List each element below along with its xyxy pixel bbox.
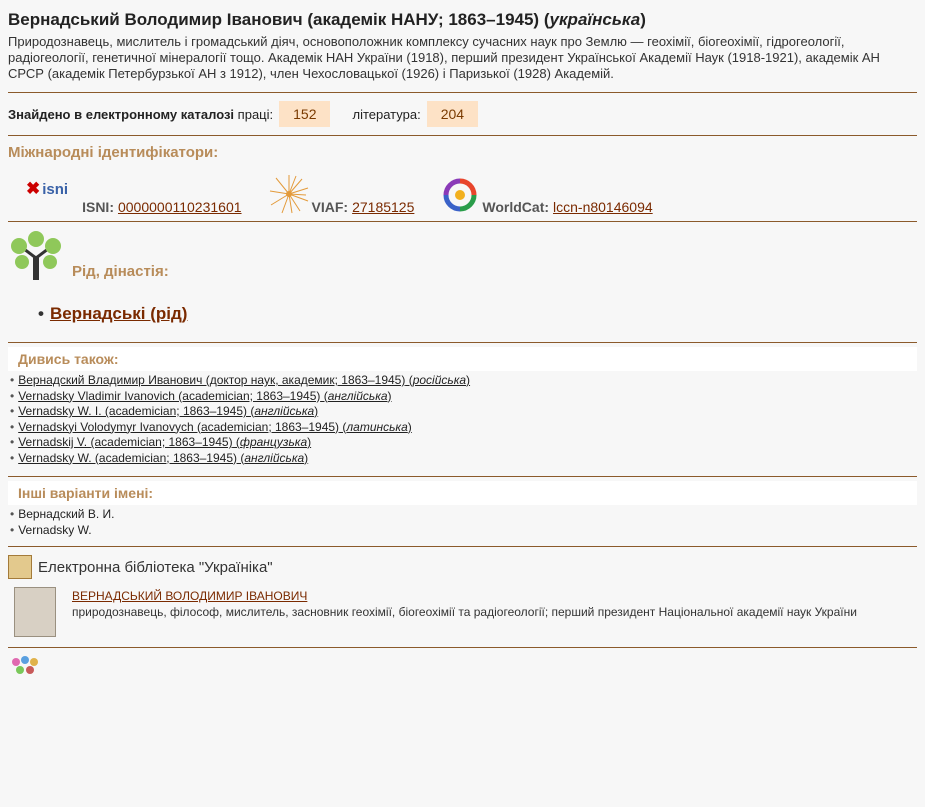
library-entry-link[interactable]: ВЕРНАДСЬКИЙ ВОЛОДИМИР ІВАНОВИЧ bbox=[72, 589, 307, 603]
isni-logo-icon: ✖ isni bbox=[26, 179, 69, 198]
dynasty-item: Вернадські (рід) bbox=[38, 304, 917, 324]
dynasty-link[interactable]: Вернадські (рід) bbox=[50, 304, 188, 323]
library-entry: ВЕРНАДСЬКИЙ ВОЛОДИМИР ІВАНОВИЧ природозн… bbox=[8, 585, 917, 647]
ukrainika-logo-icon bbox=[8, 555, 32, 579]
family-tree-icon bbox=[11, 231, 61, 280]
worldcat-link[interactable]: lccn-n80146094 bbox=[553, 199, 653, 215]
person-lang: українська bbox=[549, 10, 641, 29]
worldcat-item: WorldCat: lccn-n80146094 bbox=[440, 175, 653, 215]
divider bbox=[8, 135, 917, 136]
people-group-icon bbox=[12, 656, 38, 674]
viaf-link[interactable]: 27185125 bbox=[352, 199, 414, 215]
works-label: праці: bbox=[237, 106, 274, 122]
see-also-link[interactable]: Vernadsky W. (academician; 1863–1945) (а… bbox=[18, 451, 308, 465]
isni-label: ISNI: bbox=[82, 199, 114, 215]
viaf-logo-icon bbox=[269, 175, 308, 214]
lit-label: література: bbox=[352, 106, 421, 122]
person-name: Вернадський Володимир Іванович (академік… bbox=[8, 10, 550, 29]
worldcat-logo-icon bbox=[443, 178, 477, 212]
catalog-label: Знайдено в електронному каталозі bbox=[8, 106, 235, 122]
divider bbox=[8, 342, 917, 343]
dynasty-heading: Рід, дінастія: bbox=[72, 263, 169, 280]
footer-icon-row bbox=[8, 648, 917, 681]
see-also-link[interactable]: Vernadsky W. I. (academician; 1863–1945)… bbox=[18, 404, 318, 418]
viaf-item: VIAF: 27185125 bbox=[268, 173, 414, 215]
identifiers-row: ✖ isni ISNI: 0000000110231601 VIAF: 27185… bbox=[8, 167, 917, 221]
see-also-item: Vernadsky Vladimir Ivanovich (academicia… bbox=[10, 389, 917, 405]
library-section: Електронна бібліотека "Україніка" bbox=[8, 547, 917, 585]
person-title: Вернадський Володимир Іванович (академік… bbox=[8, 10, 917, 30]
other-name-item: Vernadsky W. bbox=[10, 523, 917, 539]
see-also-list: Вернадский Владимир Иванович (доктор нау… bbox=[8, 373, 917, 466]
dynasty-section: Рід, дінастія: bbox=[8, 222, 917, 288]
lit-count-button[interactable]: 204 bbox=[426, 101, 479, 127]
see-also-item: Vernadsky W. (academician; 1863–1945) (а… bbox=[10, 451, 917, 467]
see-also-heading: Дивись також: bbox=[8, 347, 917, 371]
isni-item: ✖ isni ISNI: 0000000110231601 bbox=[8, 179, 242, 215]
see-also-item: Vernadskij V. (academician; 1863–1945) (… bbox=[10, 435, 917, 451]
other-names-list: Вернадский В. И. Vernadsky W. bbox=[8, 507, 917, 538]
identifiers-heading: Міжнародні ідентифікатори: bbox=[8, 144, 219, 161]
works-count-button[interactable]: 152 bbox=[279, 101, 331, 127]
other-names-heading: Інші варіанти імені: bbox=[8, 481, 917, 505]
see-also-item: Vernadsky W. I. (academician; 1863–1945)… bbox=[10, 404, 917, 420]
see-also-item: Вернадский Владимир Иванович (доктор нау… bbox=[10, 373, 917, 389]
person-title-close: ) bbox=[640, 10, 646, 29]
see-also-link[interactable]: Вернадский Владимир Иванович (доктор нау… bbox=[18, 373, 470, 387]
portrait-image[interactable] bbox=[14, 587, 56, 637]
see-also-link[interactable]: Vernadskij V. (academician; 1863–1945) (… bbox=[18, 435, 311, 449]
catalog-counts: Знайдено в електронному каталозі праці: … bbox=[8, 93, 917, 135]
see-also-item: Vernadskyi Volodymyr Ivanovych (academic… bbox=[10, 420, 917, 436]
worldcat-label: WorldCat: bbox=[482, 199, 550, 215]
library-title: Електронна бібліотека "Україніка" bbox=[38, 558, 273, 576]
other-name-item: Вернадский В. И. bbox=[10, 507, 917, 523]
divider bbox=[8, 476, 917, 477]
person-description: Природознавець, мислитель і громадський … bbox=[8, 34, 880, 81]
library-entry-description: природознавець, філософ, мислитель, засн… bbox=[72, 605, 857, 619]
isni-link[interactable]: 0000000110231601 bbox=[118, 199, 242, 215]
see-also-link[interactable]: Vernadskyi Volodymyr Ivanovych (academic… bbox=[18, 420, 412, 434]
page: Вернадський Володимир Іванович (академік… bbox=[0, 0, 925, 681]
viaf-label: VIAF: bbox=[311, 199, 349, 215]
see-also-link[interactable]: Vernadsky Vladimir Ivanovich (academicia… bbox=[18, 389, 391, 403]
